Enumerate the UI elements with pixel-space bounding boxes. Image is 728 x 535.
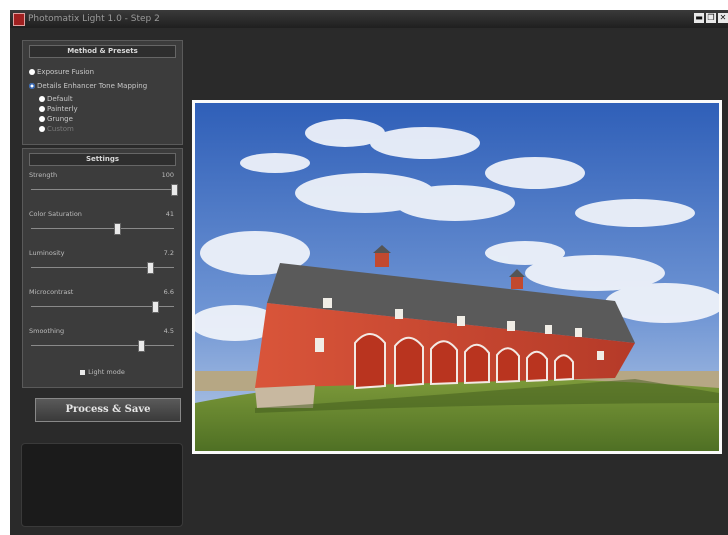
window-title: Photomatix Light 1.0 - Step 2 [28,14,160,24]
window-controls: ▬ ❐ ✕ [694,13,728,23]
preset-default[interactable]: Default [39,94,73,104]
radio-icon [39,96,45,102]
radio-icon [29,69,35,75]
radio-exposure-fusion[interactable]: Exposure Fusion [29,67,94,77]
slider-value: 7.2 [163,249,174,257]
hdr-photo [195,103,719,451]
method-presets-panel: Method & Presets Exposure Fusion Details… [22,40,183,145]
minimize-button[interactable]: ▬ [694,13,704,23]
slider-thumb[interactable] [152,301,160,313]
checkbox-icon [80,370,86,375]
slider-thumb[interactable] [171,184,178,196]
title-bar: Photomatix Light 1.0 - Step 2 ▬ ❐ ✕ [10,10,728,28]
radio-details-enhancer[interactable]: Details Enhancer Tone Mapping [29,81,147,91]
slider-value: 100 [161,171,174,179]
light-mode-checkbox[interactable]: Light mode [23,368,182,376]
app-icon [13,13,25,26]
preset-painterly[interactable]: Painterly [39,104,78,114]
preview-thumbnail-area [21,443,183,527]
maximize-button[interactable]: ❐ [706,13,716,23]
preset-label: Painterly [47,105,78,113]
settings-panel: Settings Strength 100 Color Saturation 4… [22,148,183,388]
preset-custom[interactable]: Custom [39,124,74,134]
barn-photo-image [195,103,719,451]
method-presets-header: Method & Presets [29,45,176,58]
slider-track[interactable] [31,228,174,229]
preset-label: Default [47,95,73,103]
radio-icon [39,126,45,132]
slider-label: Smoothing [29,327,65,335]
slider-value: 6.6 [163,288,174,296]
radio-label: Exposure Fusion [37,68,95,76]
slider-label: Microcontrast [29,288,74,296]
slider-value: 4.5 [163,327,174,335]
slider-track[interactable] [31,345,174,346]
radio-icon [39,106,45,112]
process-save-button[interactable]: Process & Save [35,398,181,422]
slider-label: Strength [29,171,58,179]
preset-grunge[interactable]: Grunge [39,114,73,124]
slider-track[interactable] [31,189,174,190]
settings-header: Settings [29,153,176,166]
radio-selected-icon [29,83,35,89]
slider-thumb[interactable] [138,340,146,352]
photo-frame [192,100,722,454]
preset-label: Custom [47,125,74,133]
slider-value: 41 [165,210,174,218]
slider-label: Color Saturation [29,210,82,218]
checkbox-label: Light mode [88,368,125,376]
close-button[interactable]: ✕ [718,13,728,23]
preset-label: Grunge [47,115,73,123]
radio-icon [39,116,45,122]
slider-label: Luminosity [29,249,65,257]
radio-label: Details Enhancer Tone Mapping [37,82,148,90]
slider-thumb[interactable] [146,262,154,274]
slider-thumb[interactable] [113,223,121,235]
